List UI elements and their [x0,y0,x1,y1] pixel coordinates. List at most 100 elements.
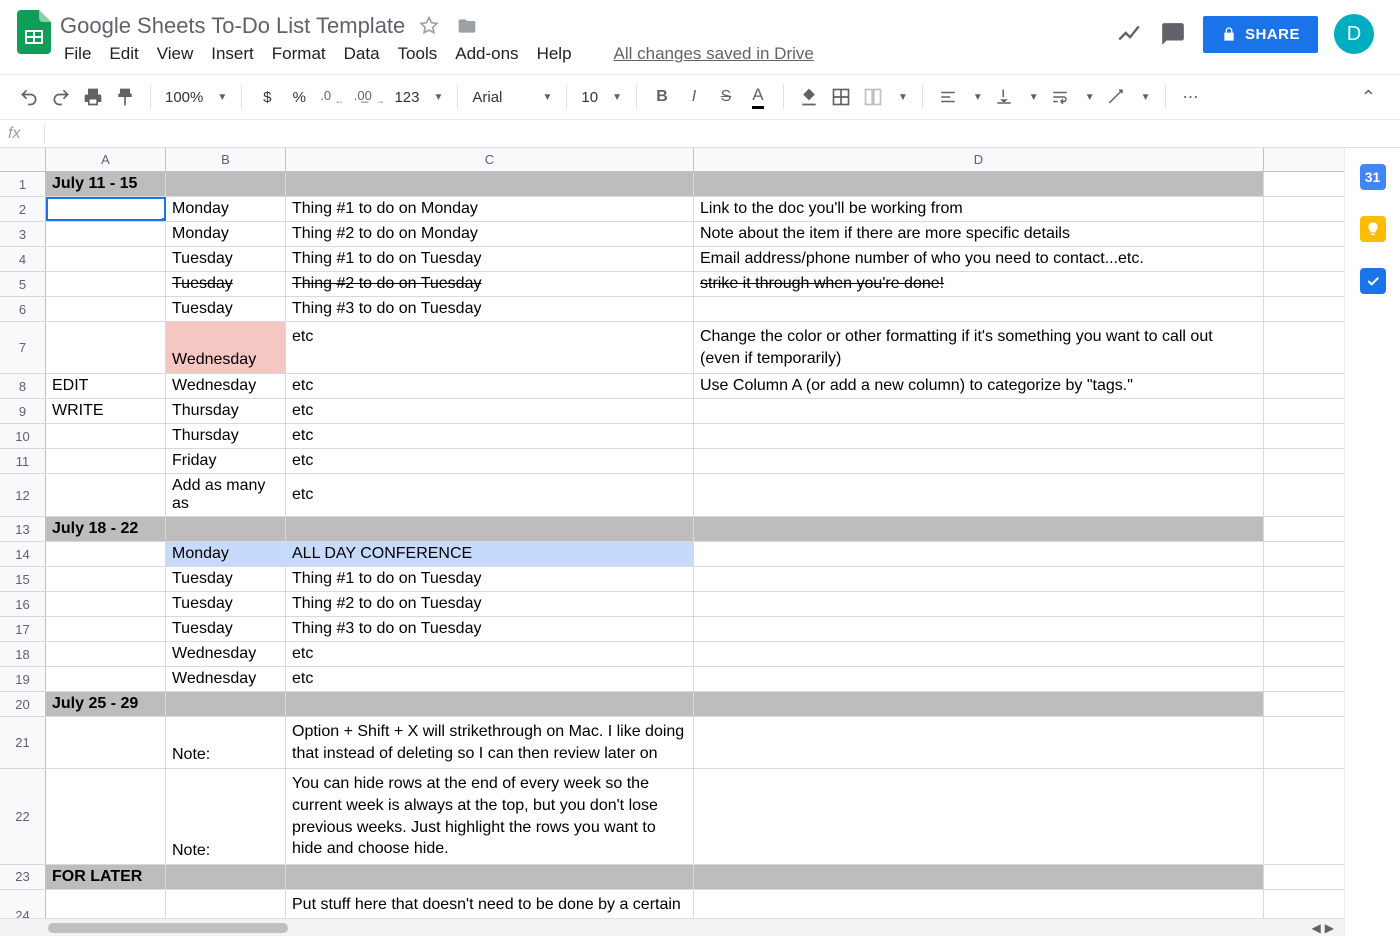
cell[interactable]: Monday [166,197,286,221]
fontsize-select[interactable]: 10 [581,89,598,106]
cell[interactable] [694,667,1264,691]
row-header[interactable]: 7 [0,322,46,373]
cell[interactable]: Option + Shift + X will strikethrough on… [286,717,694,768]
increase-decimals-button[interactable]: .0̲0 → [354,83,385,111]
cell[interactable]: FOR LATER [46,865,166,889]
row-header[interactable]: 1 [0,172,46,196]
cell[interactable] [694,592,1264,616]
cell[interactable] [166,865,286,889]
cell[interactable]: etc [286,642,694,666]
cell[interactable]: Thing #3 to do on Tuesday [286,297,694,321]
scroll-right-icon[interactable]: ▶ [1325,921,1334,935]
cell[interactable]: Tuesday [166,272,286,296]
col-header-d[interactable]: D [694,148,1264,171]
select-all-corner[interactable] [0,148,46,171]
cell[interactable] [694,890,1264,918]
cell[interactable] [46,297,166,321]
redo-button[interactable] [50,83,72,111]
wrap-button[interactable] [1049,83,1071,111]
italic-button[interactable]: I [683,83,705,111]
cell[interactable]: etc [286,474,694,516]
explore-icon[interactable] [1115,20,1143,48]
cell[interactable] [46,642,166,666]
cell[interactable] [694,617,1264,641]
cell[interactable] [46,617,166,641]
calendar-addon-icon[interactable]: 31 [1360,164,1386,190]
row-header[interactable]: 3 [0,222,46,246]
cell[interactable]: Note: [166,769,286,863]
row-header[interactable]: 16 [0,592,46,616]
row-header[interactable]: 9 [0,399,46,423]
saved-status[interactable]: All changes saved in Drive [614,44,814,64]
cell[interactable] [694,449,1264,473]
row-header[interactable]: 24 [0,890,46,918]
cell[interactable] [46,890,166,918]
cell[interactable]: Wednesday [166,322,286,373]
cell[interactable] [286,865,694,889]
cell[interactable]: Thing #1 to do on Monday [286,197,694,221]
cell[interactable]: etc [286,399,694,423]
cell[interactable]: Monday [166,542,286,566]
cell[interactable]: Monday [166,222,286,246]
row-header[interactable]: 14 [0,542,46,566]
cell[interactable]: Add as many as [166,474,286,516]
print-button[interactable] [82,83,104,111]
keep-addon-icon[interactable] [1360,216,1386,242]
cell[interactable] [46,542,166,566]
cell[interactable] [694,865,1264,889]
merge-button[interactable] [862,83,884,111]
cell[interactable]: EDIT [46,374,166,398]
cell[interactable]: Put stuff here that doesn't need to be d… [286,890,694,918]
cell[interactable]: etc [286,424,694,448]
cell[interactable]: etc [286,374,694,398]
cell[interactable] [694,172,1264,196]
cell[interactable] [286,172,694,196]
cell[interactable] [166,692,286,716]
cell[interactable] [694,474,1264,516]
cell[interactable]: Tuesday [166,567,286,591]
cell[interactable]: Wednesday [166,642,286,666]
cell[interactable] [286,517,694,541]
menu-file[interactable]: File [64,44,91,64]
cell[interactable] [46,717,166,768]
cell[interactable]: You can hide rows at the end of every we… [286,769,694,863]
menu-data[interactable]: Data [344,44,380,64]
cell[interactable]: July 11 - 15 [46,172,166,196]
number-format-button[interactable]: 123 [394,83,419,111]
cell[interactable]: Thing #2 to do on Monday [286,222,694,246]
cell[interactable]: Email address/phone number of who you ne… [694,247,1264,271]
cell[interactable] [694,424,1264,448]
valign-button[interactable] [993,83,1015,111]
cell[interactable]: Thursday [166,399,286,423]
cell[interactable] [46,424,166,448]
horizontal-scrollbar[interactable]: ◀▶ [0,918,1344,936]
row-header[interactable]: 19 [0,667,46,691]
cell[interactable]: July 25 - 29 [46,692,166,716]
menu-format[interactable]: Format [272,44,326,64]
cell[interactable]: Wednesday [166,374,286,398]
col-header-b[interactable]: B [166,148,286,171]
cell[interactable]: etc [286,667,694,691]
cell[interactable]: Thing #1 to do on Tuesday [286,567,694,591]
row-header[interactable]: 10 [0,424,46,448]
tasks-addon-icon[interactable] [1360,268,1386,294]
cell[interactable] [694,297,1264,321]
cell[interactable]: Tuesday [166,592,286,616]
cell[interactable] [166,172,286,196]
row-header[interactable]: 13 [0,517,46,541]
cell[interactable] [694,769,1264,863]
row-header[interactable]: 23 [0,865,46,889]
font-select[interactable]: Arial [472,89,502,106]
cell[interactable] [694,692,1264,716]
menu-addons[interactable]: Add-ons [455,44,518,64]
menu-view[interactable]: View [157,44,194,64]
cell[interactable]: WRITE [46,399,166,423]
row-header[interactable]: 11 [0,449,46,473]
cell[interactable] [46,222,166,246]
cell[interactable]: Thursday [166,424,286,448]
row-header[interactable]: 17 [0,617,46,641]
cell[interactable]: Note about the item if there are more sp… [694,222,1264,246]
cell[interactable]: Tuesday [166,247,286,271]
decrease-decimals-button[interactable]: .0 ← [320,83,343,111]
borders-button[interactable] [830,83,852,111]
